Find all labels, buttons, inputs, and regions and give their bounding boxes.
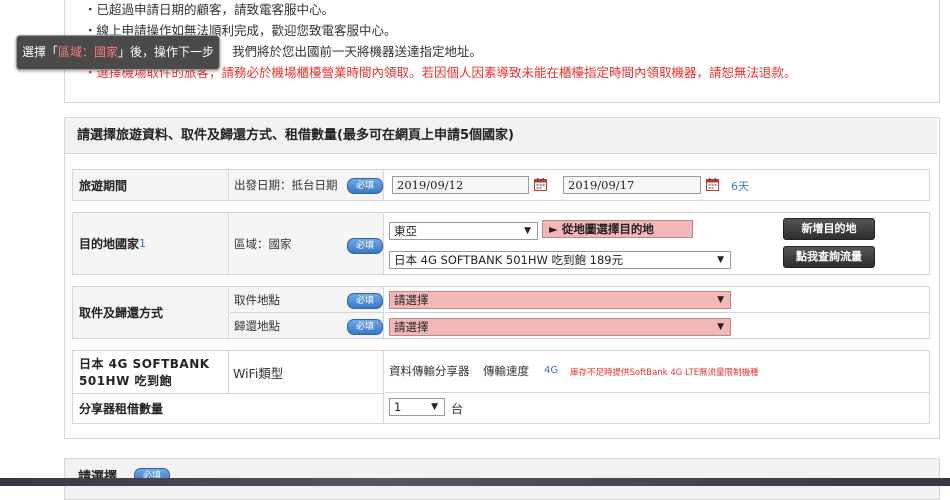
destination-label: 目的地國家 1 (73, 213, 229, 274)
dropdown-arrow-icon: ▼ (717, 255, 724, 265)
quantity-label: 分享器租借數量 (73, 393, 384, 423)
speed-value: 4G (544, 365, 559, 376)
row-divider (385, 392, 930, 393)
start-date-input[interactable]: 2019/09/12 (392, 176, 529, 194)
region-select[interactable]: 東亞 ▼ (389, 222, 538, 240)
tooltip-suffix: 」後，操作下一步 (118, 45, 215, 59)
device-info-row: 日本 4G SOFTBANK 501HW 吃到飽 WiFi類型 分享器租借數量 (72, 350, 930, 424)
wifi-type-value: 資料傳輸分享器 (389, 364, 470, 378)
map-select-button[interactable]: ► 從地圖選擇目的地 (542, 220, 693, 238)
required-badge: 必填 (347, 293, 383, 309)
calendar-icon[interactable] (706, 178, 719, 191)
notice-line-3: 我們將於您出國前一天將機器送達指定地址。 (232, 44, 483, 59)
device-name-line1: 日本 4G SOFTBANK (79, 357, 210, 371)
product-select-value: 日本 4G SOFTBANK 501HW 吃到飽 189元 (394, 253, 624, 267)
region-select-value: 東亞 (394, 224, 417, 238)
required-badge: 必填 (347, 238, 383, 254)
return-location-select[interactable]: 請選擇 ▼ (389, 318, 731, 336)
destination-label-text: 目的地國家 (79, 237, 140, 251)
tooltip-highlight: 區域：國家 (57, 45, 118, 59)
destination-index: 1 (139, 237, 147, 250)
quantity-select[interactable]: 1 ▼ (389, 398, 445, 416)
quantity-unit: 台 (451, 402, 464, 416)
pickup-return-label: 取件及歸還方式 (73, 287, 229, 338)
speed-label: 傳輸速度 (483, 364, 529, 378)
check-data-button[interactable]: 點我查詢流量 (783, 246, 875, 268)
add-destination-button[interactable]: 新增目的地 (783, 218, 875, 240)
device-name-label: 日本 4G SOFTBANK 501HW 吃到飽 (73, 351, 229, 393)
product-select[interactable]: 日本 4G SOFTBANK 501HW 吃到飽 189元 ▼ (389, 251, 731, 269)
dropdown-arrow-icon: ▼ (431, 402, 438, 412)
calendar-icon[interactable] (534, 178, 547, 191)
stock-note: 庫存不足時提供SoftBank 4G LTE無流量限制機種 (570, 368, 759, 378)
notice-line-1: ・已超過申請日期的顧客，請致電客服中心。 (84, 2, 335, 17)
row-divider (385, 312, 930, 313)
dropdown-arrow-icon: ▼ (524, 226, 531, 236)
guide-tooltip: 選擇「區域：國家」後，操作下一步 (16, 35, 220, 70)
quantity-value: 1 (394, 400, 402, 414)
pickup-location-value: 請選擇 (394, 293, 429, 307)
return-location-value: 請選擇 (394, 320, 429, 334)
travel-period-label: 旅遊期間 (73, 170, 229, 200)
trip-days: 6天 (731, 180, 749, 193)
required-badge: 必填 (347, 178, 383, 194)
tooltip-prefix: 選擇「 (21, 45, 58, 59)
required-badge: 必填 (347, 319, 383, 335)
section-title: 請選擇旅遊資料、取件及歸還方式、租借數量(最多可在網頁上申請5個國家) (65, 118, 937, 154)
dropdown-arrow-icon: ▼ (717, 322, 724, 332)
taskbar-strip (0, 478, 950, 486)
wifi-type-sublabel: WiFi類型 (230, 351, 384, 393)
device-name-line2: 501HW 吃到飽 (79, 374, 173, 388)
dropdown-arrow-icon: ▼ (717, 295, 724, 305)
end-date-input[interactable]: 2019/09/17 (563, 176, 701, 194)
pickup-location-select[interactable]: 請選擇 ▼ (389, 291, 731, 309)
